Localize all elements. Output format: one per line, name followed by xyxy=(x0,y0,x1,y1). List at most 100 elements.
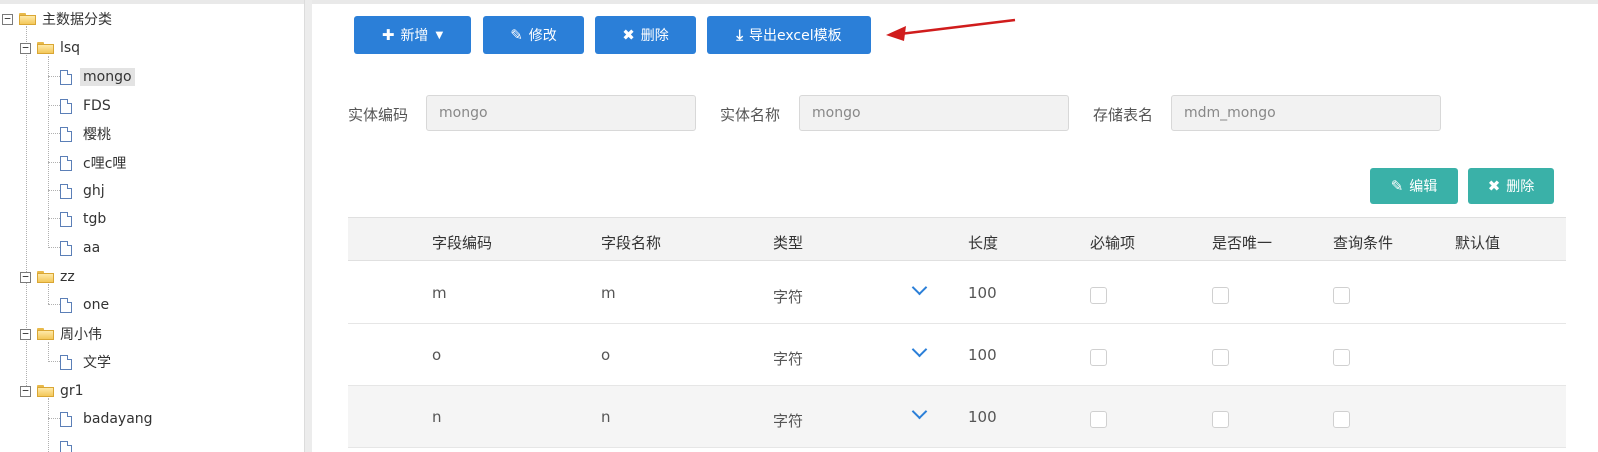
entity-code-field[interactable]: mongo xyxy=(426,95,696,131)
field-type-cell[interactable]: 字符 xyxy=(773,286,803,307)
required-checkbox[interactable] xyxy=(1090,349,1107,366)
edit-fields-button[interactable]: ✎ 编辑 xyxy=(1370,168,1458,204)
tree-leaf[interactable]: FDS xyxy=(60,95,114,117)
tree-line xyxy=(48,76,60,77)
table-row[interactable]: n n 字符 100 xyxy=(348,386,1566,448)
document-icon xyxy=(60,240,72,256)
document-icon xyxy=(60,183,72,199)
table-row[interactable]: m m 字符 100 xyxy=(348,262,1566,324)
collapse-icon[interactable]: − xyxy=(20,385,31,397)
field-code-cell: m xyxy=(432,284,447,302)
column-header: 必输项 xyxy=(1090,234,1136,252)
unique-checkbox[interactable] xyxy=(1212,349,1229,366)
required-checkbox[interactable] xyxy=(1090,411,1107,428)
modify-button[interactable]: ✎ 修改 xyxy=(483,16,584,54)
chevron-down-icon[interactable] xyxy=(911,279,928,296)
document-icon xyxy=(60,297,72,313)
delete-button-label: 删除 xyxy=(640,28,669,44)
delete-fields-button[interactable]: ✖ 删除 xyxy=(1468,168,1554,204)
table-name-field[interactable]: mdm_mongo xyxy=(1171,95,1441,131)
field-length-cell: 100 xyxy=(968,284,997,302)
document-icon xyxy=(60,440,72,452)
folder-icon xyxy=(19,13,36,25)
document-icon xyxy=(60,411,72,427)
tree-leaf[interactable]: ghj xyxy=(60,180,108,202)
tree-group-zz[interactable]: − zz xyxy=(20,266,75,288)
tree-line xyxy=(48,361,60,362)
unique-checkbox[interactable] xyxy=(1212,287,1229,304)
field-name-cell: m xyxy=(601,284,616,302)
field-code-cell: n xyxy=(432,408,442,426)
tree-leaf-label: FDS xyxy=(83,98,111,114)
query-checkbox[interactable] xyxy=(1333,349,1350,366)
modify-button-label: 修改 xyxy=(528,28,557,44)
add-button[interactable]: ✚ 新增 ▼ xyxy=(354,16,471,54)
chevron-down-icon[interactable] xyxy=(911,403,928,420)
field-type-cell[interactable]: 字符 xyxy=(773,410,803,431)
tree-leaf-label-selected: mongo xyxy=(80,68,135,86)
tree-leaf[interactable]: one xyxy=(60,294,112,316)
entity-name-value: mongo xyxy=(812,105,861,121)
export-button-label: 导出excel模板 xyxy=(749,28,842,44)
tree-line xyxy=(48,56,49,248)
export-template-button[interactable]: ⤓ 导出excel模板 xyxy=(707,16,871,54)
tree-leaf-label: aa xyxy=(83,240,101,256)
tree-group-lsq[interactable]: − lsq xyxy=(20,37,80,59)
field-type-cell[interactable]: 字符 xyxy=(773,348,803,369)
document-icon xyxy=(60,69,72,85)
collapse-icon[interactable]: − xyxy=(20,271,31,283)
table-name-label: 存储表名 xyxy=(1093,106,1154,124)
tree-leaf-label: c哩c哩 xyxy=(83,156,127,172)
folder-icon xyxy=(37,271,54,283)
edit-fields-label: 编辑 xyxy=(1409,179,1438,195)
table-header: 字段编码 字段名称 类型 长度 必输项 是否唯一 查询条件 默认值 xyxy=(348,217,1566,261)
delete-button[interactable]: ✖ 删除 xyxy=(595,16,696,54)
column-header: 类型 xyxy=(773,234,804,252)
query-checkbox[interactable] xyxy=(1333,287,1350,304)
close-icon: ✖ xyxy=(1487,177,1501,195)
tree-line xyxy=(48,190,60,191)
column-header: 是否唯一 xyxy=(1212,234,1273,252)
download-icon: ⤓ xyxy=(736,26,744,44)
document-icon xyxy=(60,98,72,114)
tree-leaf[interactable]: c哩c哩 xyxy=(60,152,129,174)
entity-name-field[interactable]: mongo xyxy=(799,95,1069,131)
required-checkbox[interactable] xyxy=(1090,287,1107,304)
document-icon xyxy=(60,126,72,142)
tree-group-zhouxiaowei[interactable]: − 周小伟 xyxy=(20,323,102,345)
tree-splitter[interactable] xyxy=(304,0,312,452)
tree-leaf-partial[interactable] xyxy=(60,437,80,452)
tree-leaf-label: ghj xyxy=(83,183,105,199)
entity-code-value: mongo xyxy=(439,105,488,121)
chevron-down-icon[interactable] xyxy=(911,341,928,358)
collapse-icon[interactable]: − xyxy=(20,42,31,54)
field-code-cell: o xyxy=(432,346,442,364)
annotation-arrow-icon xyxy=(886,18,1016,41)
tree-leaf[interactable]: badayang xyxy=(60,408,156,430)
tree-line xyxy=(48,247,60,248)
tree-leaf[interactable]: 樱桃 xyxy=(60,123,114,145)
tree-leaf[interactable]: 文学 xyxy=(60,351,114,373)
field-length-cell: 100 xyxy=(968,346,997,364)
tree-line xyxy=(48,162,60,163)
collapse-icon[interactable]: − xyxy=(2,13,13,25)
tree-root[interactable]: − 主数据分类 xyxy=(2,8,112,30)
column-header: 字段名称 xyxy=(601,234,662,252)
tree-group-label: zz xyxy=(60,269,75,285)
table-row[interactable]: o o 字符 100 xyxy=(348,324,1566,386)
collapse-icon[interactable]: − xyxy=(20,328,31,340)
folder-icon xyxy=(37,328,54,340)
entity-code-label: 实体编码 xyxy=(348,106,409,124)
query-checkbox[interactable] xyxy=(1333,411,1350,428)
tree-group-gr1[interactable]: − gr1 xyxy=(20,380,84,402)
column-header: 查询条件 xyxy=(1333,234,1394,252)
unique-checkbox[interactable] xyxy=(1212,411,1229,428)
tree-leaf[interactable]: tgb xyxy=(60,208,109,230)
tree-leaf[interactable]: aa xyxy=(60,237,103,259)
tree-leaf[interactable]: mongo xyxy=(60,66,135,88)
tree-leaf-label: tgb xyxy=(83,211,107,227)
document-icon xyxy=(60,155,72,171)
field-length-cell: 100 xyxy=(968,408,997,426)
tree-leaf-label: badayang xyxy=(83,411,153,427)
tree-root-label: 主数据分类 xyxy=(42,12,112,28)
